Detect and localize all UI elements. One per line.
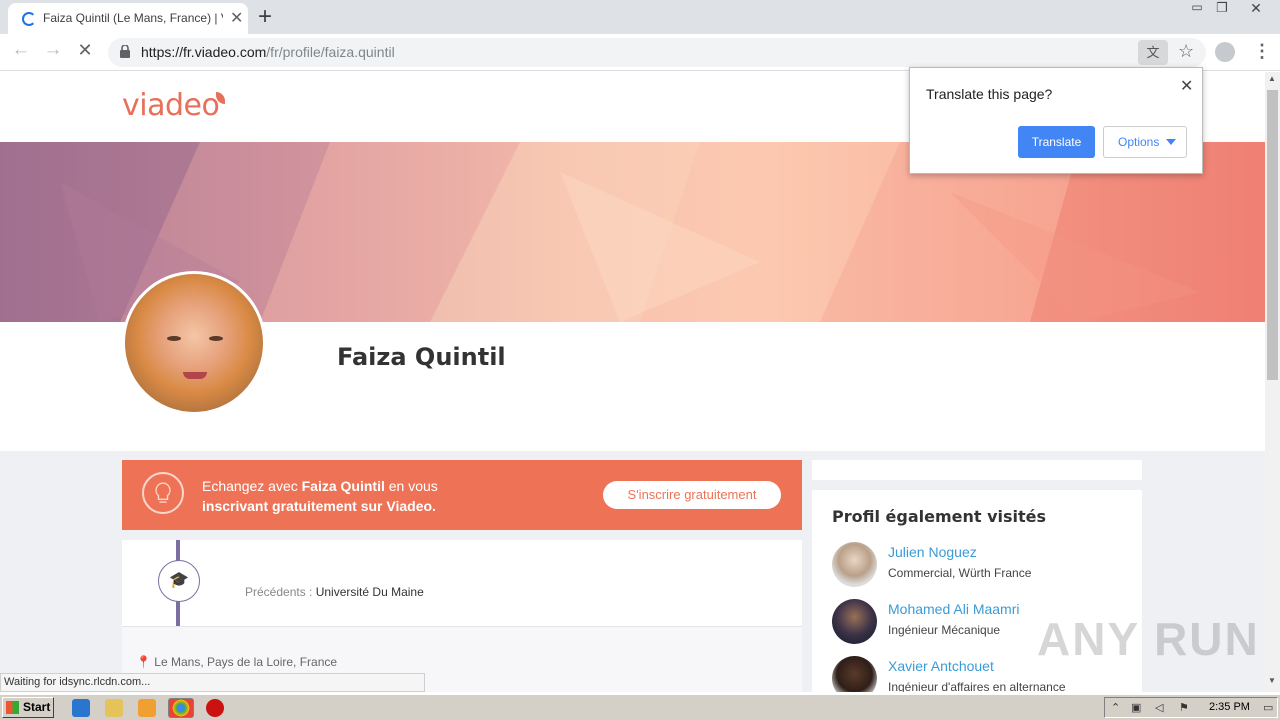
start-button[interactable]: Start [2,697,54,718]
folder-icon[interactable] [105,699,123,717]
visitor-name[interactable]: Julien Noguez [888,544,977,560]
options-label: Options [1118,135,1160,149]
loading-spinner-icon [22,12,36,26]
profile-name: Faiza Quintil [337,343,506,371]
start-label: Start [23,700,51,714]
cta-suffix: en vous [384,478,438,494]
windows-taskbar: Start ⌃ ▣ ◁ ⚑ 2:35 PM ▭ [0,694,1280,720]
graduation-cap-icon: 🎓 [158,560,200,602]
visitor-role: Ingénieur Mécanique [888,623,1001,637]
back-arrow-icon[interactable]: ← [8,39,34,61]
also-viewed-title: Profil également visités [832,507,1047,526]
avatar-eye [167,336,181,341]
stop-loading-icon[interactable]: ✕ [72,40,98,61]
sidebar-top-card [812,460,1142,480]
windows-logo-icon [6,701,19,714]
browser-status-bar: Waiting for idsync.rlcdn.com... [0,673,425,692]
browser-toolbar: ← → ✕ https://fr.viadeo.com/fr/profile/f… [0,34,1280,71]
location-pin-icon: 📍 [136,655,151,669]
url-path: /fr/profile/faiza.quintil [266,44,395,60]
window-restore-icon[interactable]: ❐ [1210,0,1234,18]
forward-arrow-icon[interactable]: → [40,39,66,61]
address-bar[interactable]: https://fr.viadeo.com/fr/profile/faiza.q… [108,38,1206,67]
scrollbar-thumb[interactable] [1267,90,1278,380]
browser-tab[interactable]: Faiza Quintil (Le Mans, France) | Via ✕ [8,3,248,34]
visitor-item[interactable]: Julien Noguez Commercial, Würth France [832,542,1132,590]
lock-icon [120,45,130,58]
education-section: 🎓 Précédents : Université Du Maine [122,540,802,626]
signup-button[interactable]: S'inscrire gratuitement [603,481,781,509]
education-label: Précédents : [245,585,316,599]
media-player-icon[interactable] [138,699,156,717]
browser-menu-icon[interactable]: ⋮ [1253,41,1271,62]
profile-photo [122,271,266,415]
signup-text: Echangez avec Faiza Quintil en vous insc… [202,476,502,516]
caret-down-icon [1166,139,1176,145]
account-avatar-icon[interactable] [1215,42,1235,62]
cta-name: Faiza Quintil [301,478,385,494]
tray-expand-icon[interactable]: ⌃ [1111,701,1125,715]
url-text: https://fr.viadeo.com/fr/profile/faiza.q… [141,44,395,60]
visitor-avatar [832,599,877,644]
scroll-down-icon[interactable]: ▼ [1268,676,1276,685]
avatar-mouth [183,372,207,379]
taskbar-clock: 2:35 PM [1209,701,1250,713]
translate-popup: Translate this page? ✕ Translate Options [909,67,1203,174]
anyrun-watermark: ANY RUN [1037,613,1260,665]
warning-app-icon[interactable] [206,699,224,717]
flag-icon[interactable]: ⚑ [1179,701,1193,715]
window-minimize-icon[interactable]: ▭ [1185,0,1209,18]
translate-question: Translate this page? [926,86,1053,102]
tab-close-icon[interactable]: ✕ [230,8,243,28]
scroll-up-icon[interactable]: ▲ [1268,74,1276,83]
viadeo-logo[interactable]: viadeo [122,88,220,123]
visitor-name[interactable]: Mohamed Ali Maamri [888,601,1020,617]
tab-strip: Faiza Quintil (Le Mans, France) | Via ✕ … [0,0,1280,34]
tab-title: Faiza Quintil (Le Mans, France) | Via [43,11,223,25]
visitor-avatar [832,656,877,692]
visitor-name[interactable]: Xavier Antchouet [888,658,994,674]
chrome-icon[interactable] [168,698,194,718]
system-tray: ⌃ ▣ ◁ ⚑ 2:35 PM ▭ [1104,697,1278,718]
avatar-eye [209,336,223,341]
new-tab-icon[interactable]: + [258,3,272,31]
education-text: Précédents : Université Du Maine [245,585,424,599]
popup-close-icon[interactable]: ✕ [1180,76,1193,96]
translate-icon[interactable]: 文 [1138,40,1168,65]
window-close-icon[interactable]: ✕ [1236,0,1276,18]
cta-line2: inscrivant gratuitement sur Viadeo. [202,498,436,514]
ie-icon[interactable] [72,699,90,717]
network-icon[interactable]: ▣ [1131,701,1145,715]
cta-prefix: Echangez avec [202,478,302,494]
lightbulb-icon [142,472,184,514]
visitor-role: Commercial, Würth France [888,566,1032,580]
visitor-role: Ingénieur d'affaires en alternance [888,680,1066,692]
location-text: 📍 Le Mans, Pays de la Loire, France [136,655,337,669]
url-host: https://fr.viadeo.com [141,44,267,60]
options-button[interactable]: Options [1103,126,1187,158]
signup-banner: Echangez avec Faiza Quintil en vous insc… [122,460,802,530]
volume-icon[interactable]: ◁ [1155,701,1169,715]
show-desktop-icon[interactable]: ▭ [1263,701,1277,715]
bookmark-star-icon[interactable]: ☆ [1178,41,1194,62]
translate-button[interactable]: Translate [1018,126,1095,158]
location-value: Le Mans, Pays de la Loire, France [154,655,338,669]
visitor-avatar [832,542,877,587]
vertical-scrollbar[interactable]: ▲ ▼ [1265,72,1280,692]
education-school: Université Du Maine [315,585,424,599]
